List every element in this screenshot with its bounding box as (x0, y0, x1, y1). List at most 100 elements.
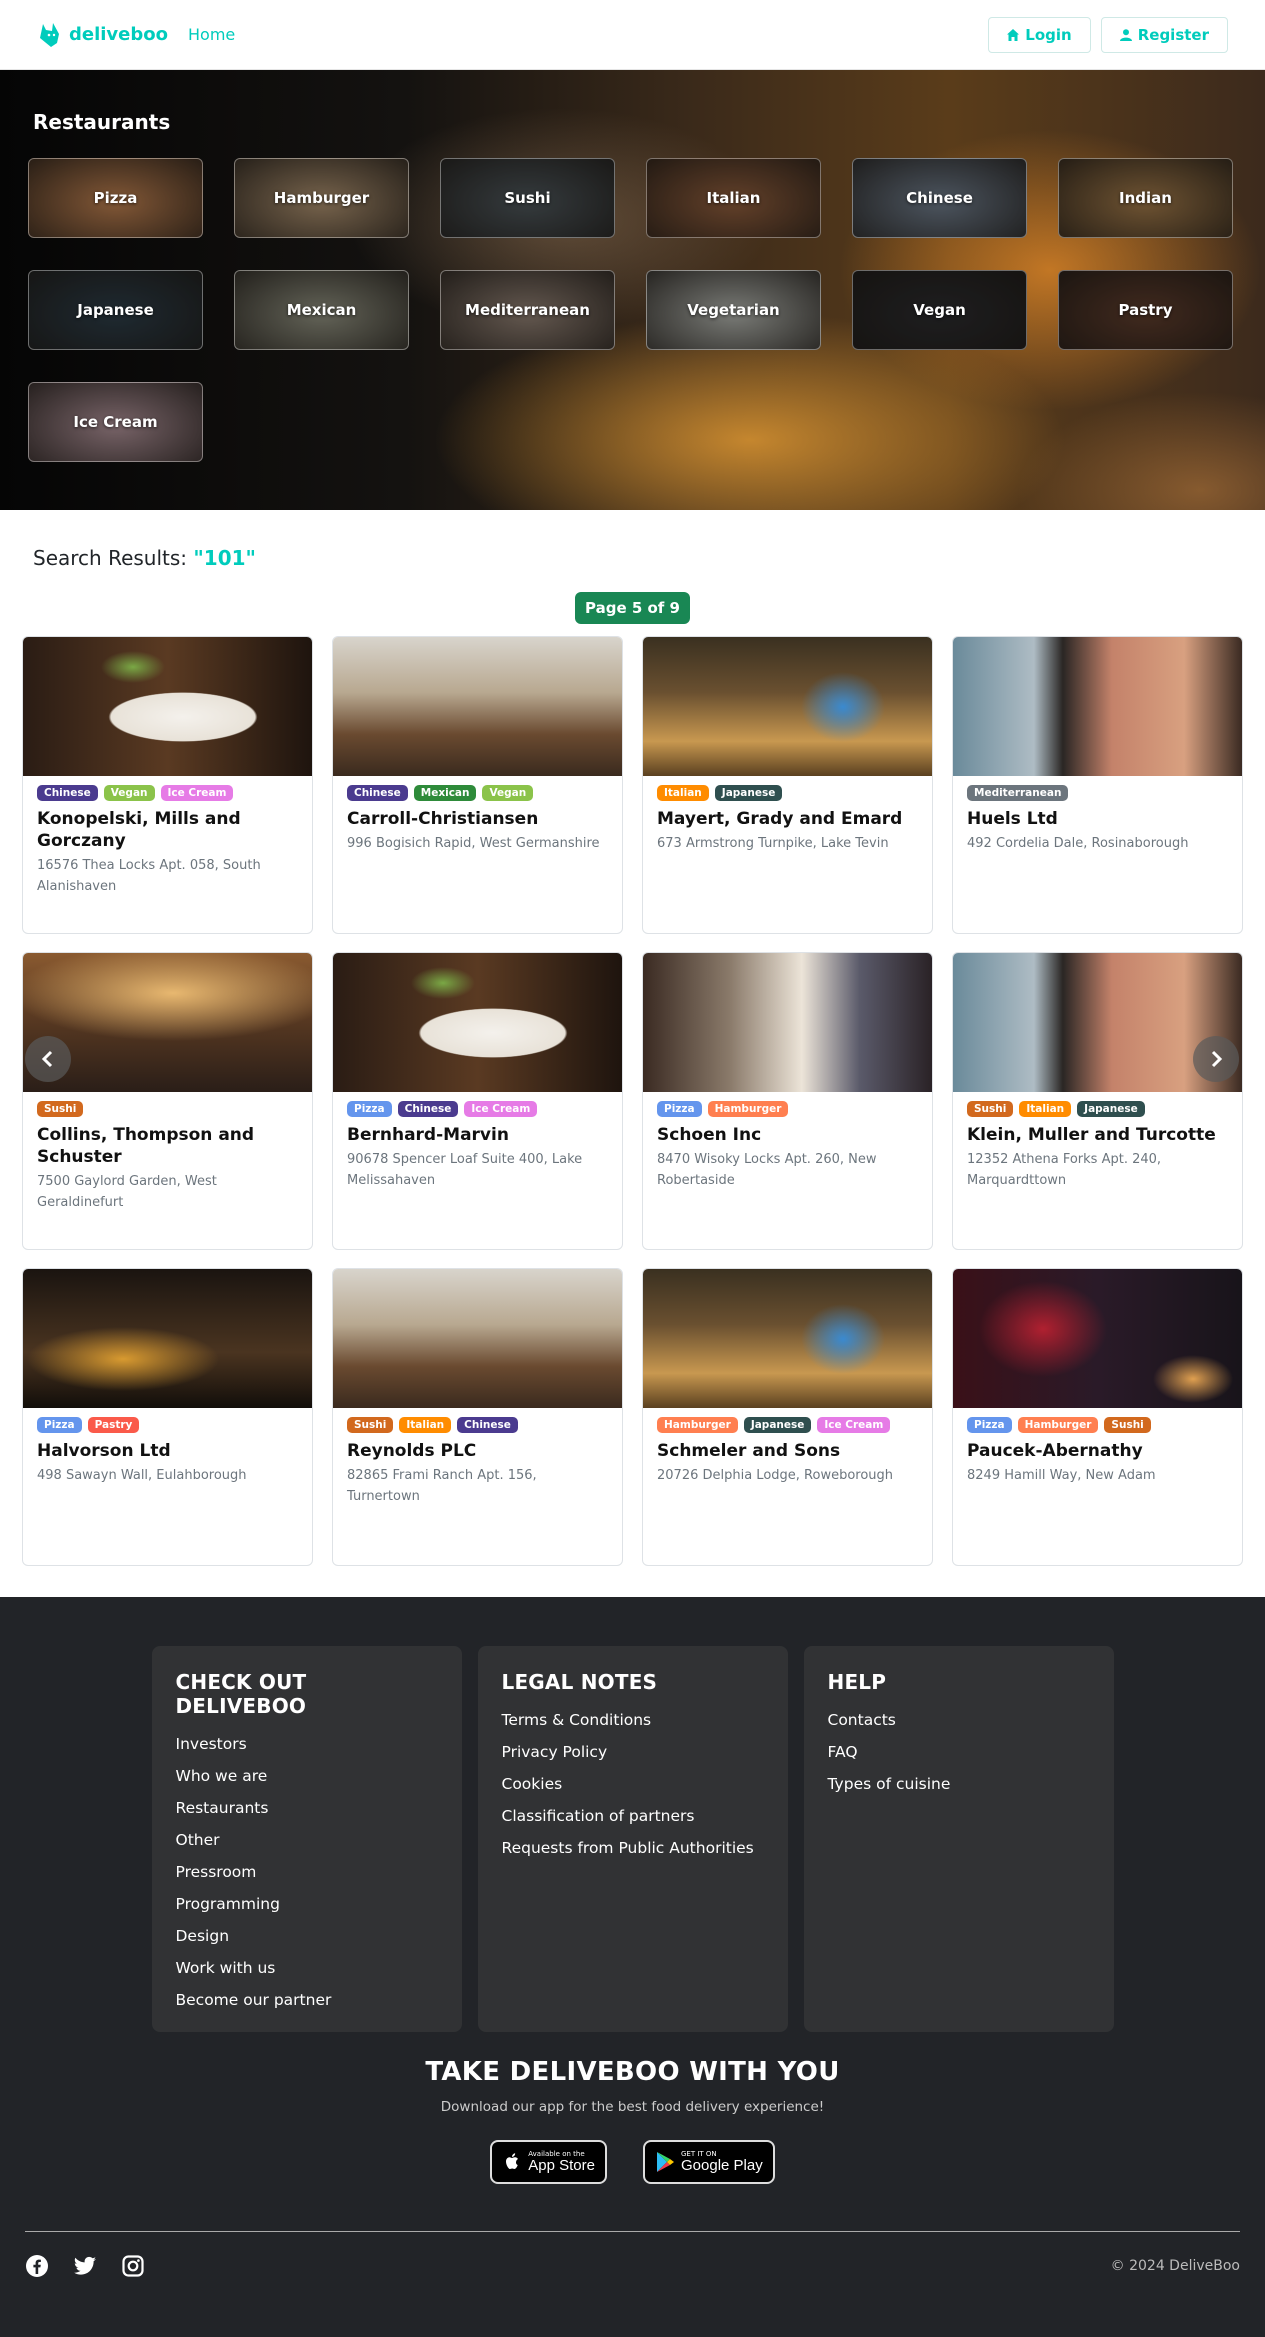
footer-link[interactable]: Cookies (502, 1775, 764, 1794)
cuisine-badge: Pizza (37, 1417, 82, 1433)
restaurant-card[interactable]: Pizza Hamburger Schoen Inc 8470 Wisoky Lock… (642, 952, 933, 1250)
nav-home-link[interactable]: Home (188, 25, 235, 44)
login-button[interactable]: Login (988, 16, 1091, 53)
restaurant-card[interactable]: Italian Japanese Mayert, Grady and Emard 67… (642, 636, 933, 934)
category-tile-vegetarian[interactable]: Vegetarian (646, 270, 821, 350)
category-tile-chinese[interactable]: Chinese (852, 158, 1027, 238)
cuisine-tags: Pizza Chinese Ice Cream (347, 1101, 608, 1117)
instagram-icon[interactable] (121, 2254, 145, 2278)
cuisine-badge: Chinese (37, 785, 98, 801)
footer-link[interactable]: Programming (176, 1895, 438, 1914)
restaurant-card[interactable]: Hamburger Japanese Ice Cream Schmeler and S… (642, 1268, 933, 1566)
restaurant-name: Paucek-Abernathy (967, 1441, 1143, 1461)
footer-link[interactable]: Contacts (828, 1711, 1090, 1730)
search-query: "101" (193, 546, 256, 570)
category-label: Vegetarian (687, 301, 780, 319)
footer-link[interactable]: Work with us (176, 1959, 438, 1978)
category-tile-mexican[interactable]: Mexican (234, 270, 409, 350)
category-tile-hamburger[interactable]: Hamburger (234, 158, 409, 238)
footer-link[interactable]: Other (176, 1831, 438, 1850)
footer-link[interactable]: Requests from Public Authorities (502, 1839, 764, 1858)
cuisine-badge: Italian (399, 1417, 452, 1433)
category-tile-ice-cream[interactable]: Ice Cream (28, 382, 203, 462)
restaurant-image (333, 1269, 622, 1408)
restaurant-address: 673 Armstrong Turnpike, Lake Tevin (657, 836, 889, 851)
footer-link[interactable]: Terms & Conditions (502, 1711, 764, 1730)
footer-link[interactable]: Pressroom (176, 1863, 438, 1882)
footer-link[interactable]: Privacy Policy (502, 1743, 764, 1762)
restaurant-name: Huels Ltd (967, 809, 1058, 829)
restaurant-card[interactable]: Sushi Italian Chinese Reynolds PLC 82865 Fra… (332, 1268, 623, 1566)
category-label: Chinese (906, 189, 973, 207)
carousel-prev-button[interactable] (25, 1036, 71, 1082)
brand[interactable]: deliveboo Home (37, 22, 235, 48)
category-label: Ice Cream (73, 413, 158, 431)
cuisine-badge: Vegan (103, 785, 155, 801)
restaurant-card[interactable]: Chinese Mexican Vegan Carroll-Christiansen 9… (332, 636, 623, 934)
footer-link[interactable]: Design (176, 1927, 438, 1946)
footer-link[interactable]: Become our partner (176, 1991, 438, 2010)
app-promo-title: TAKE DELIVEBOO WITH YOU (425, 2057, 840, 2087)
search-results-heading: Search Results: "101" (0, 510, 1265, 570)
cuisine-tags: Pizza Hamburger (657, 1101, 918, 1117)
search-results-label: Search Results: (33, 546, 188, 570)
category-label: Pizza (93, 189, 138, 207)
category-tile-indian[interactable]: Indian (1058, 158, 1233, 238)
category-tile-pizza[interactable]: Pizza (28, 158, 203, 238)
cuisine-badge: Italian (1019, 1101, 1072, 1117)
restaurant-address: 12352 Athena Forks Apt. 240, Marquardtto… (967, 1152, 1162, 1188)
restaurant-address: 8470 Wisoky Locks Apt. 260, New Robertas… (657, 1152, 877, 1188)
restaurant-grid: Chinese Vegan Ice Cream Konopelski, Mills a… (0, 636, 1265, 1566)
category-tile-sushi[interactable]: Sushi (440, 158, 615, 238)
footer-link[interactable]: Who we are (176, 1767, 438, 1786)
copyright-text: © 2024 DeliveBoo (1110, 2258, 1240, 2274)
cuisine-badge: Pastry (87, 1417, 140, 1433)
footer-divider (25, 2231, 1240, 2232)
category-tile-japanese[interactable]: Japanese (28, 270, 203, 350)
register-button[interactable]: Register (1100, 16, 1228, 53)
cuisine-badge: Pizza (347, 1101, 392, 1117)
footer: CHECK OUT DELIVEBOO Investors Who we are Re… (0, 1597, 1265, 2337)
deliveroo-kangaroo-logo-icon (40, 22, 59, 47)
footer-column: HELP Contacts FAQ Types of cuisine (803, 1646, 1114, 2032)
footer-bottom: © 2024 DeliveBoo (25, 2254, 1240, 2278)
cuisine-tags: Chinese Vegan Ice Cream (37, 785, 298, 801)
restaurant-name: Klein, Muller and Turcotte (967, 1125, 1216, 1145)
app-store-button[interactable]: Available on the App Store (490, 2140, 607, 2184)
category-label: Pastry (1118, 301, 1173, 319)
category-tile-mediterranean[interactable]: Mediterranean (440, 270, 615, 350)
app-store-big-text: App Store (528, 2157, 595, 2174)
restaurant-image (23, 637, 312, 776)
category-tile-italian[interactable]: Italian (646, 158, 821, 238)
restaurant-card[interactable]: Sushi Italian Japanese Klein, Muller and Tu… (952, 952, 1243, 1250)
restaurant-card[interactable]: Mediterranean Huels Ltd 492 Cordelia Dale,… (952, 636, 1243, 934)
restaurant-address: 16576 Thea Locks Apt. 058, South Alanish… (37, 858, 261, 894)
restaurant-card[interactable]: Chinese Vegan Ice Cream Konopelski, Mills a… (22, 636, 313, 934)
footer-column-title: LEGAL NOTES (501, 1670, 658, 1694)
category-tile-pastry[interactable]: Pastry (1058, 270, 1233, 350)
cuisine-badge: Ice Cream (817, 1417, 891, 1433)
category-label: Mexican (286, 301, 357, 319)
footer-column-title: CHECK OUT DELIVEBOO (175, 1670, 307, 1718)
footer-link[interactable]: Investors (176, 1735, 438, 1754)
restaurant-address: 7500 Gaylord Garden, West Geraldinefurt (37, 1174, 217, 1210)
restaurant-card[interactable]: Pizza Pastry Halvorson Ltd 498 Sawayn Wall,… (22, 1268, 313, 1566)
restaurant-card[interactable]: Sushi Collins, Thompson and Schuster 7500 … (22, 952, 313, 1250)
twitter-icon[interactable] (73, 2254, 97, 2278)
footer-link[interactable]: Restaurants (176, 1799, 438, 1818)
cuisine-badge: Sushi (967, 1101, 1014, 1117)
restaurant-card[interactable]: Pizza Hamburger Sushi Paucek-Abernathy 8249 … (952, 1268, 1243, 1566)
facebook-icon[interactable] (25, 2254, 49, 2278)
google-play-button[interactable]: GET IT ON Google Play (643, 2140, 775, 2184)
footer-link[interactable]: FAQ (828, 1743, 1090, 1762)
restaurant-address: 82865 Frami Ranch Apt. 156, Turnertown (347, 1468, 537, 1504)
restaurant-card[interactable]: Pizza Chinese Ice Cream Bernhard-Marvin 9067… (332, 952, 623, 1250)
footer-link[interactable]: Classification of partners (502, 1807, 764, 1826)
restaurant-image (643, 953, 932, 1092)
restaurant-image (23, 1269, 312, 1408)
cuisine-badge: Vegan (482, 785, 534, 801)
restaurant-name: Schoen Inc (657, 1125, 762, 1145)
carousel-next-button[interactable] (1193, 1036, 1239, 1082)
footer-link[interactable]: Types of cuisine (828, 1775, 1090, 1794)
category-tile-vegan[interactable]: Vegan (852, 270, 1027, 350)
